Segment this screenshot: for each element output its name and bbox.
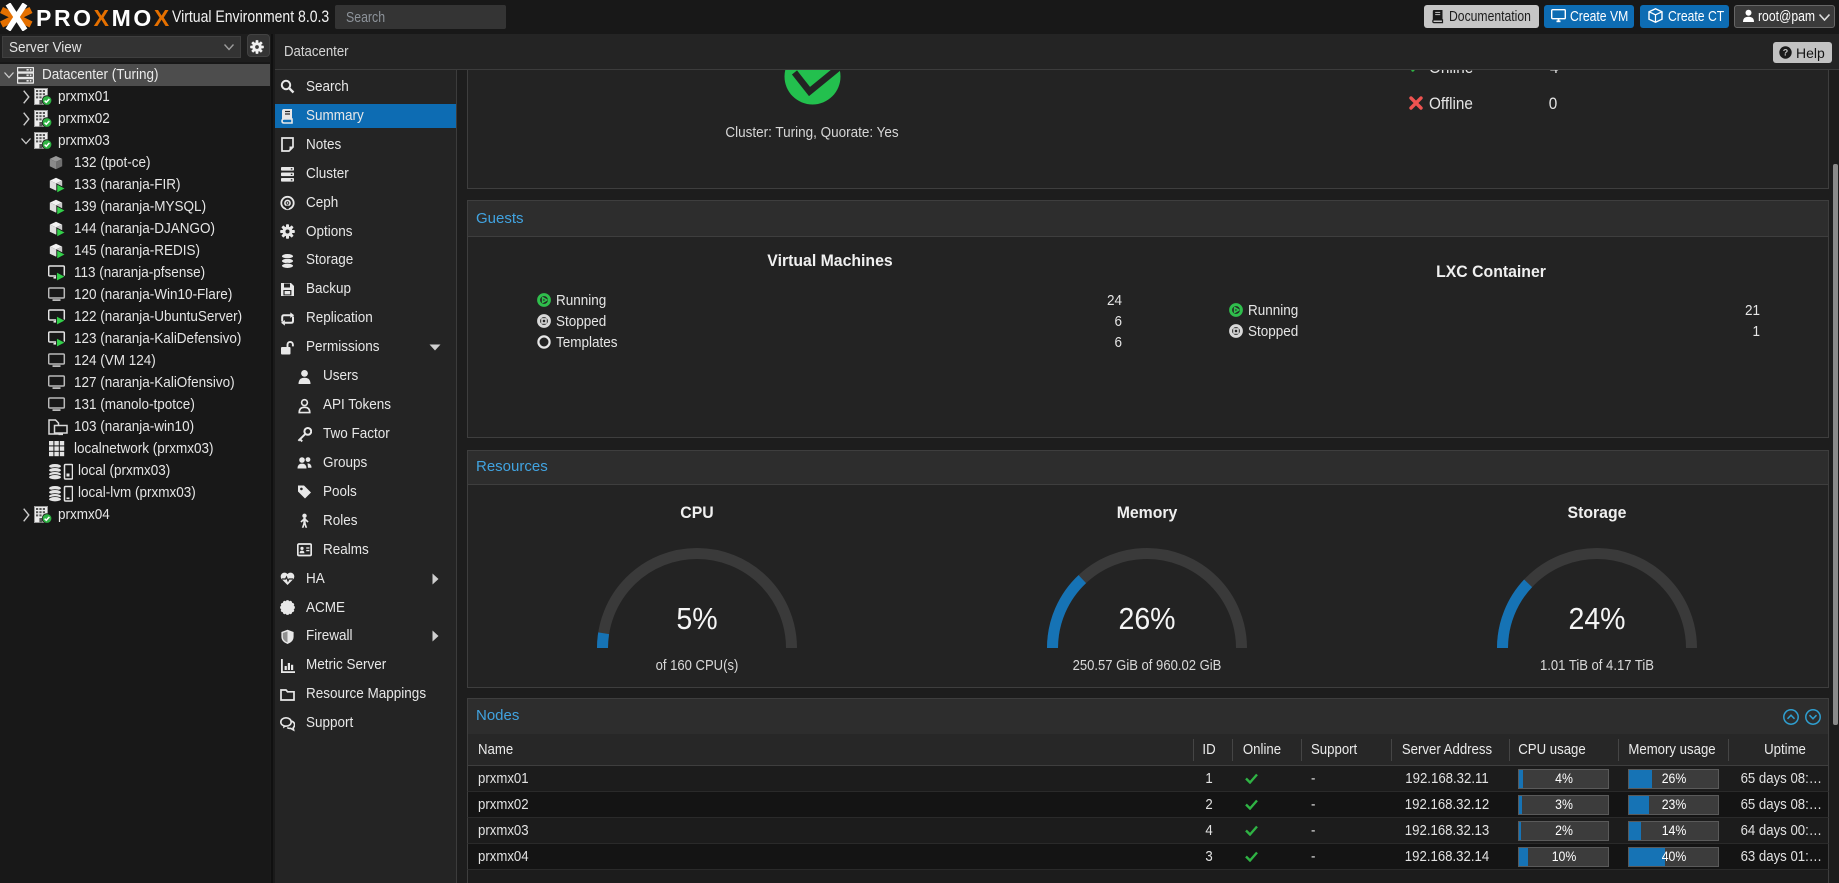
svg-text:?: ? [1783, 48, 1789, 58]
